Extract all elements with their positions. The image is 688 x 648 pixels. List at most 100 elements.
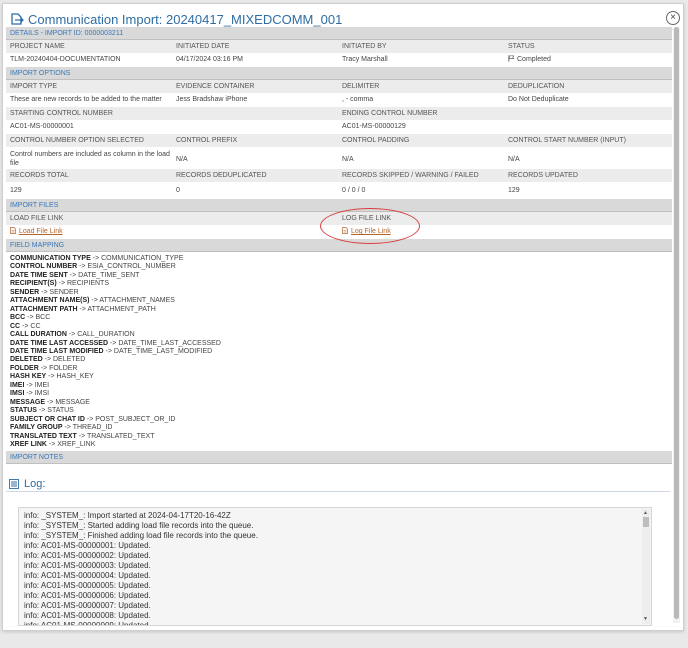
mapping-source: FAMILY GROUP — [10, 424, 63, 432]
records-deduplicated-label: RECORDS DEDUPLICATED — [176, 172, 267, 179]
ending-control-number-label: ENDING CONTROL NUMBER — [342, 110, 438, 117]
files-values-row: Load File Link Log File Link — [6, 225, 672, 239]
modal-scrollbar-thumb[interactable] — [674, 27, 679, 619]
field-mapping-item: HASH KEY -> HASH_KEY — [10, 373, 668, 381]
import-type-label: IMPORT TYPE — [10, 83, 58, 90]
project-name-label: PROJECT NAME — [10, 43, 65, 50]
mapping-target: -> RECIPIENTS — [56, 280, 109, 288]
import-files-header: IMPORT FILES — [6, 199, 672, 212]
log-line: info: AC01-MS-00000003: Updated. — [24, 561, 151, 570]
mapping-target: -> FOLDER — [38, 364, 78, 372]
evidence-container-value: Jess Bradshaw iPhone — [176, 96, 248, 103]
mapping-source: FOLDER — [10, 364, 39, 372]
mapping-source: DATE TIME LAST MODIFIED — [10, 347, 104, 355]
field-mapping-header: FIELD MAPPING — [6, 239, 672, 252]
import-notes-header: IMPORT NOTES — [6, 451, 672, 465]
field-mapping-item: ATTACHMENT PATH -> ATTACHMENT_PATH — [10, 306, 668, 314]
mapping-source: DATE TIME SENT — [10, 271, 68, 279]
control-prefix-label: CONTROL PREFIX — [176, 137, 238, 144]
field-mapping-item: IMSI -> IMSI — [10, 390, 668, 398]
field-mapping-item: CONTROL NUMBER -> ESIA_CONTROL_NUMBER — [10, 263, 668, 271]
log-file-cell: Log File Link — [338, 225, 672, 239]
field-mapping-item: ATTACHMENT NAME(S) -> ATTACHMENT_NAMES — [10, 297, 668, 305]
mapping-target: -> TRANSLATED_TEXT — [76, 432, 155, 440]
field-mapping-item: FAMILY GROUP -> THREAD_ID — [10, 424, 668, 432]
load-file-link-label: LOAD FILE LINK — [10, 215, 64, 222]
close-button[interactable]: × — [666, 11, 680, 25]
load-file-link[interactable]: Load File Link — [19, 228, 63, 235]
log-line: info: AC01-MS-00000004: Updated. — [24, 571, 151, 580]
mapping-target: -> IMSI — [24, 390, 50, 398]
mapping-target: -> XREF_LINK — [46, 440, 96, 448]
import-icon — [11, 13, 24, 25]
modal-scrollbar[interactable] — [673, 27, 680, 623]
mapping-source: DATE TIME LAST ACCESSED — [10, 339, 109, 347]
field-mapping-item: RECIPIENT(S) -> RECIPIENTS — [10, 280, 668, 288]
field-mapping-item: SUBJECT OR CHAT ID -> POST_SUBJECT_OR_ID — [10, 416, 668, 424]
field-mapping-item: BCC -> BCC — [10, 314, 668, 322]
delimiter-label: DELIMITER — [342, 83, 380, 90]
log-file-link[interactable]: Log File Link — [351, 228, 391, 235]
records-skipped-value: 0 / 0 / 0 — [342, 187, 366, 194]
records-skipped-label: RECORDS SKIPPED / WARNING / FAILED — [342, 172, 479, 179]
files-labels-row: LOAD FILE LINK LOG FILE LINK — [6, 212, 672, 225]
log-line: info: AC01-MS-00000005: Updated. — [24, 581, 151, 590]
mapping-target: -> ATTACHMENT_NAMES — [89, 297, 175, 305]
mapping-target: -> THREAD_ID — [62, 424, 113, 432]
status-value-cell: Completed — [504, 53, 672, 67]
delimiter-value: , - comma — [342, 96, 374, 103]
mapping-source: HASH KEY — [10, 373, 47, 381]
starting-control-number-label: STARTING CONTROL NUMBER — [10, 110, 113, 117]
starting-control-number-value: AC01-MS-00000001 — [10, 123, 74, 130]
modal-title: Communication Import: 20240417_MIXEDCOMM… — [28, 12, 343, 27]
mapping-target: -> CC — [20, 322, 41, 330]
mapping-source: STATUS — [10, 407, 37, 415]
field-mapping-item: TRANSLATED TEXT -> TRANSLATED_TEXT — [10, 433, 668, 441]
control-padding-label: CONTROL PADDING — [342, 137, 410, 144]
mapping-source: COMMUNICATION TYPE — [10, 255, 91, 262]
log-line: info: AC01-MS-00000008: Updated. — [24, 611, 151, 620]
mapping-target: -> DATE_TIME_LAST_ACCESSED — [108, 339, 221, 347]
scroll-down-arrow-icon[interactable]: ▼ — [643, 616, 648, 622]
log-scrollbar[interactable]: ▲ ▼ — [642, 509, 650, 624]
control-start-number-label: CONTROL START NUMBER (INPUT) — [508, 137, 626, 144]
mapping-source: RECIPIENT(S) — [10, 280, 57, 288]
project-name-value: TLM-20240404-DOCUMENTATION — [10, 56, 121, 63]
mapping-target: -> BCC — [25, 314, 51, 322]
records-total-value: 129 — [10, 187, 22, 194]
options-values-row-3: Control numbers are included as column i… — [6, 147, 672, 169]
records-updated-label: RECORDS UPDATED — [508, 172, 578, 179]
records-total-label: RECORDS TOTAL — [10, 172, 69, 179]
mapping-target: -> DATE_TIME_SENT — [67, 271, 140, 279]
log-line: info: _SYSTEM_: Started adding load file… — [24, 521, 254, 530]
options-labels-row-2: STARTING CONTROL NUMBER ENDING CONTROL N… — [6, 107, 672, 120]
modal-title-bar: Communication Import: 20240417_MIXEDCOMM… — [3, 4, 683, 28]
evidence-container-label: EVIDENCE CONTAINER — [176, 83, 255, 90]
mapping-target: -> HASH_KEY — [46, 373, 94, 381]
mapping-source: SUBJECT OR CHAT ID — [10, 415, 85, 423]
field-mapping-item: CALL DURATION -> CALL_DURATION — [10, 331, 668, 339]
field-mapping-item: MESSAGE -> MESSAGE — [10, 399, 668, 407]
mapping-source: XREF LINK — [10, 440, 47, 448]
mapping-source: DELETED — [10, 356, 43, 364]
control-padding-value: N/A — [342, 155, 354, 163]
deduplication-label: DEDUPLICATION — [508, 83, 565, 90]
field-mapping-item: IMEI -> IMEI — [10, 382, 668, 390]
log-output[interactable]: info: _SYSTEM_: Import started at 2024-0… — [18, 507, 652, 626]
scroll-up-arrow-icon[interactable]: ▲ — [643, 510, 648, 516]
log-title: Log: — [24, 478, 46, 490]
initiated-date-label: INITIATED DATE — [176, 43, 230, 50]
log-scrollbar-thumb[interactable] — [643, 517, 649, 527]
file-icon — [342, 227, 348, 234]
mapping-target: -> IMEI — [24, 381, 50, 389]
initiated-by-label: INITIATED BY — [342, 43, 387, 50]
import-options-header: IMPORT OPTIONS — [6, 67, 672, 80]
flag-icon — [508, 55, 515, 62]
log-line: info: _SYSTEM_: Finished adding load fil… — [24, 531, 258, 540]
deduplication-value: Do Not Deduplicate — [508, 96, 569, 103]
control-start-number-value: N/A — [508, 155, 520, 163]
field-mapping-item: COMMUNICATION TYPE -> COMMUNICATION_TYPE — [10, 255, 668, 263]
options-values-row-4: 129 0 0 / 0 / 0 129 — [6, 182, 672, 199]
log-line: info: AC01-MS-00000007: Updated. — [24, 601, 151, 610]
field-mapping-item: DATE TIME LAST MODIFIED -> DATE_TIME_LAS… — [10, 348, 668, 356]
